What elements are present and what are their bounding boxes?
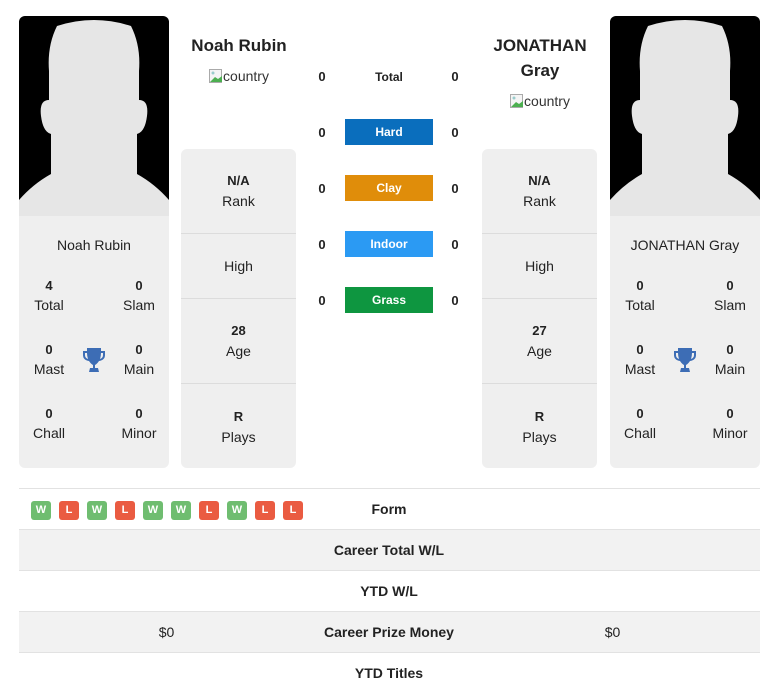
form-win-badge: W — [87, 501, 107, 520]
player1-country-flag: country — [169, 68, 309, 84]
age-row: 27 Age — [482, 299, 597, 384]
ytd-titles-row: YTD Titles — [354, 665, 424, 681]
player1-name-heading[interactable]: Noah Rubin — [169, 33, 309, 58]
player2-photo — [610, 16, 760, 216]
form-win-badge: W — [31, 501, 51, 520]
form-loss-badge: L — [115, 501, 135, 520]
trophy-icon — [83, 348, 105, 372]
rank-row: N/A Rank — [482, 149, 597, 234]
high-row: High — [181, 234, 296, 299]
clay-badge: Clay — [345, 175, 433, 201]
titles-main: 0 Main — [123, 342, 155, 377]
titles-chall: 0 Chall — [624, 406, 656, 441]
player1-photo — [19, 16, 169, 216]
form-loss-badge: L — [59, 501, 79, 520]
player2-titles: 0 Total 0 Slam 0 Mast 0 Main 0 Chall 0 M… — [610, 277, 760, 468]
player2-name-heading[interactable]: JONATHAN Gray — [470, 33, 610, 83]
avatar-silhouette-icon — [610, 20, 760, 216]
form-win-badge: W — [171, 501, 191, 520]
player1-card-name: Noah Rubin — [57, 237, 131, 253]
titles-chall: 0 Chall — [33, 406, 65, 441]
h2h-clay-row: 0 Clay 0 — [310, 175, 470, 203]
form-win-badge: W — [143, 501, 163, 520]
comparison-table: WLWLWWLWLL Form Career Total W/L YTD W/L… — [19, 488, 760, 694]
plays-row: R Plays — [522, 408, 557, 445]
form-loss-badge: L — [199, 501, 219, 520]
avatar-silhouette-icon — [19, 20, 169, 216]
titles-minor: 0 Minor — [712, 406, 748, 441]
trophy-icon — [674, 348, 696, 372]
player2-info: N/A Rank High 27 Age R Plays — [482, 149, 597, 468]
form-badges: WLWLWWLWLL — [31, 501, 303, 520]
form-row: WLWLWWLWLL Form — [19, 489, 760, 530]
age-row: 28 Age — [181, 299, 296, 384]
titles-main: 0 Main — [714, 342, 746, 377]
form-win-badge: W — [227, 501, 247, 520]
hard-badge: Hard — [345, 119, 433, 145]
h2h-total-row: 0 Total 0 — [318, 69, 459, 84]
h2h-grass-row: 0 Grass 0 — [310, 287, 470, 315]
form-loss-badge: L — [255, 501, 275, 520]
titles-mast: 0 Mast — [624, 342, 656, 377]
titles-total: 0 Total — [625, 278, 655, 313]
player2-card: JONATHAN Gray 0 Total 0 Slam 0 Mast 0 Ma… — [610, 16, 760, 468]
grass-badge: Grass — [345, 287, 433, 313]
titles-total: 4 Total — [34, 278, 64, 313]
h2h-indoor-row: 0 Indoor 0 — [310, 231, 470, 259]
prize-money-row: $0 Career Prize Money $0 — [19, 612, 760, 653]
broken-image-icon — [510, 94, 524, 108]
player2-country-flag: country — [470, 93, 610, 109]
broken-image-icon — [209, 69, 223, 83]
high-row: High — [482, 234, 597, 299]
player1-card: Noah Rubin 4 Total 0 Slam 0 Mast 0 Main … — [19, 16, 169, 468]
titles-slam: 0 Slam — [714, 278, 746, 313]
titles-mast: 0 Mast — [33, 342, 65, 377]
plays-row: R Plays — [221, 408, 256, 445]
player1-info: N/A Rank High 28 Age R Plays — [181, 149, 296, 468]
titles-slam: 0 Slam — [123, 278, 155, 313]
h2h-hard-row: 0 Hard 0 — [310, 119, 470, 147]
titles-minor: 0 Minor — [121, 406, 157, 441]
player1-titles: 4 Total 0 Slam 0 Mast 0 Main 0 Chall 0 M… — [19, 277, 169, 468]
player2-card-name: JONATHAN Gray — [630, 237, 740, 253]
career-wl-row: Career Total W/L — [19, 530, 760, 571]
rank-row: N/A Rank — [181, 149, 296, 234]
ytd-wl-row: YTD W/L — [19, 571, 760, 612]
indoor-badge: Indoor — [345, 231, 433, 257]
